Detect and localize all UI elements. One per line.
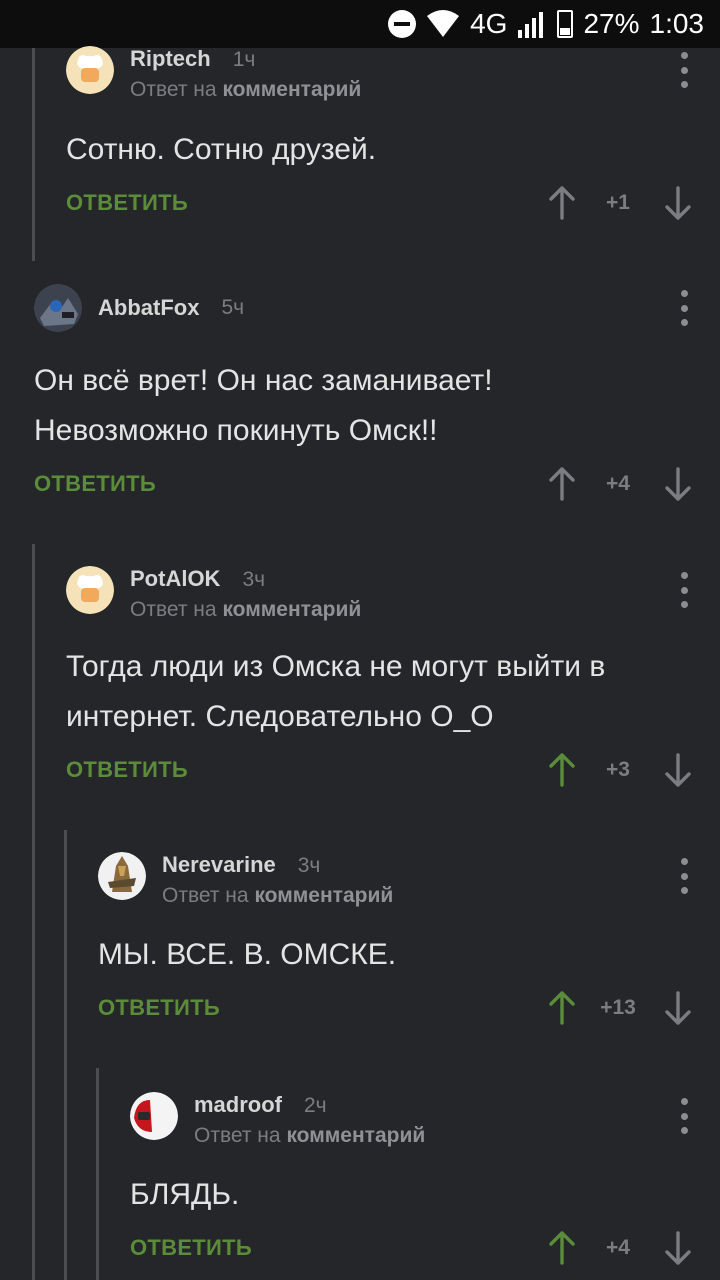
clock: 1:03 <box>649 8 705 39</box>
rating: +4 <box>606 1236 630 1259</box>
comment-time: 2ч <box>304 1094 327 1117</box>
reply-to: Ответ на комментарий <box>130 78 362 101</box>
reply-to: Ответ на комментарий <box>194 1124 426 1147</box>
upvote-icon[interactable] <box>548 986 576 1030</box>
reply-button[interactable]: ОТВЕТИТЬ <box>130 1235 252 1261</box>
comment: Nerevarine 3ч Ответ на комментарий МЫ. В… <box>98 852 696 1042</box>
rating: +13 <box>600 996 636 1019</box>
comment-time: 1ч <box>232 48 256 71</box>
comment-actions: ОТВЕТИТЬ +13 <box>98 986 696 1030</box>
more-menu-icon[interactable] <box>672 52 696 88</box>
status-bar: 4G 27% 1:03 <box>0 0 720 48</box>
helmet-avatar[interactable] <box>130 1092 178 1140</box>
comment-text: Сотню. Сотню друзей. <box>66 133 377 166</box>
comment-actions: ОТВЕТИТЬ +3 <box>66 748 696 792</box>
reply-button[interactable]: ОТВЕТИТЬ <box>34 471 156 497</box>
do-not-disturb-icon <box>388 10 417 38</box>
comment-time: 5ч <box>221 296 245 319</box>
network-type: 4G <box>470 8 508 39</box>
thread-line <box>64 830 67 1280</box>
comment-actions: ОТВЕТИТЬ +4 <box>34 462 696 506</box>
comment-header: PotAlOK 3ч Ответ на комментарий <box>66 566 361 626</box>
reply-button[interactable]: ОТВЕТИТЬ <box>66 190 188 216</box>
username[interactable]: madroof <box>194 1092 282 1118</box>
chef-avatar[interactable] <box>66 566 114 614</box>
comment-text: Тогда люди из Омска не могут выйти в инт… <box>66 650 606 733</box>
reply-to: Ответ на комментарий <box>130 598 362 621</box>
chef-avatar[interactable] <box>66 46 114 94</box>
comment-actions: ОТВЕТИТЬ +4 <box>130 1226 696 1270</box>
comment-text: МЫ. ВСЕ. В. ОМСКЕ. <box>98 938 397 971</box>
robot-avatar[interactable] <box>34 284 82 332</box>
username[interactable]: PotAlOK <box>130 566 220 592</box>
downvote-icon[interactable] <box>664 986 692 1030</box>
downvote-icon[interactable] <box>664 462 692 506</box>
comment-time: 3ч <box>297 854 321 877</box>
battery-percent: 27% <box>583 8 640 39</box>
more-menu-icon[interactable] <box>672 858 696 894</box>
comment: Riptech 1ч Ответ на комментарий Сотню. С… <box>66 46 696 246</box>
reply-to: Ответ на комментарий <box>162 884 394 907</box>
upvote-icon[interactable] <box>548 462 576 506</box>
rating: +4 <box>606 472 630 495</box>
comment-text: БЛЯДЬ. <box>130 1178 240 1211</box>
downvote-icon[interactable] <box>664 1226 692 1270</box>
more-menu-icon[interactable] <box>672 290 696 326</box>
reply-to-link[interactable]: комментарий <box>286 1124 425 1147</box>
reply-to-link[interactable]: комментарий <box>222 78 361 101</box>
reply-to-link[interactable]: комментарий <box>254 884 393 907</box>
more-menu-icon[interactable] <box>672 1098 696 1134</box>
username[interactable]: Riptech <box>130 46 211 72</box>
rating: +3 <box>606 758 630 781</box>
wifi-icon <box>427 10 460 37</box>
username[interactable]: AbbatFox <box>98 295 199 321</box>
reply-button[interactable]: ОТВЕТИТЬ <box>66 757 188 783</box>
comment-time: 3ч <box>242 568 266 591</box>
downvote-icon[interactable] <box>664 748 692 792</box>
rating: +1 <box>606 191 630 214</box>
comment: PotAlOK 3ч Ответ на комментарий Тогда лю… <box>66 566 696 806</box>
username[interactable]: Nerevarine <box>162 852 276 878</box>
upvote-icon[interactable] <box>548 181 576 225</box>
comment: AbbatFox 5ч Он всё врет! Он нас заманива… <box>34 284 696 514</box>
comment-header: Riptech 1ч Ответ на комментарий <box>66 46 361 106</box>
comment: madroof 2ч Ответ на комментарий БЛЯДЬ. О… <box>130 1092 696 1272</box>
signal-icon <box>518 12 544 38</box>
comment-actions: ОТВЕТИТЬ +1 <box>66 181 696 225</box>
upvote-icon[interactable] <box>548 748 576 792</box>
upvote-icon[interactable] <box>548 1226 576 1270</box>
comment-header: madroof 2ч Ответ на комментарий <box>130 1092 425 1152</box>
warrior-avatar[interactable] <box>98 852 146 900</box>
battery-icon <box>557 10 574 38</box>
thread-line <box>32 48 35 261</box>
reply-to-link[interactable]: комментарий <box>222 598 361 621</box>
reply-button[interactable]: ОТВЕТИТЬ <box>98 995 220 1021</box>
downvote-icon[interactable] <box>664 181 692 225</box>
comment-header: AbbatFox 5ч <box>34 284 244 332</box>
thread-line <box>32 544 35 1280</box>
comment-text: Он всё врет! Он нас заманивает! Невозмож… <box>34 364 493 447</box>
more-menu-icon[interactable] <box>672 572 696 608</box>
thread-line <box>96 1068 99 1280</box>
comment-header: Nerevarine 3ч Ответ на комментарий <box>98 852 393 912</box>
